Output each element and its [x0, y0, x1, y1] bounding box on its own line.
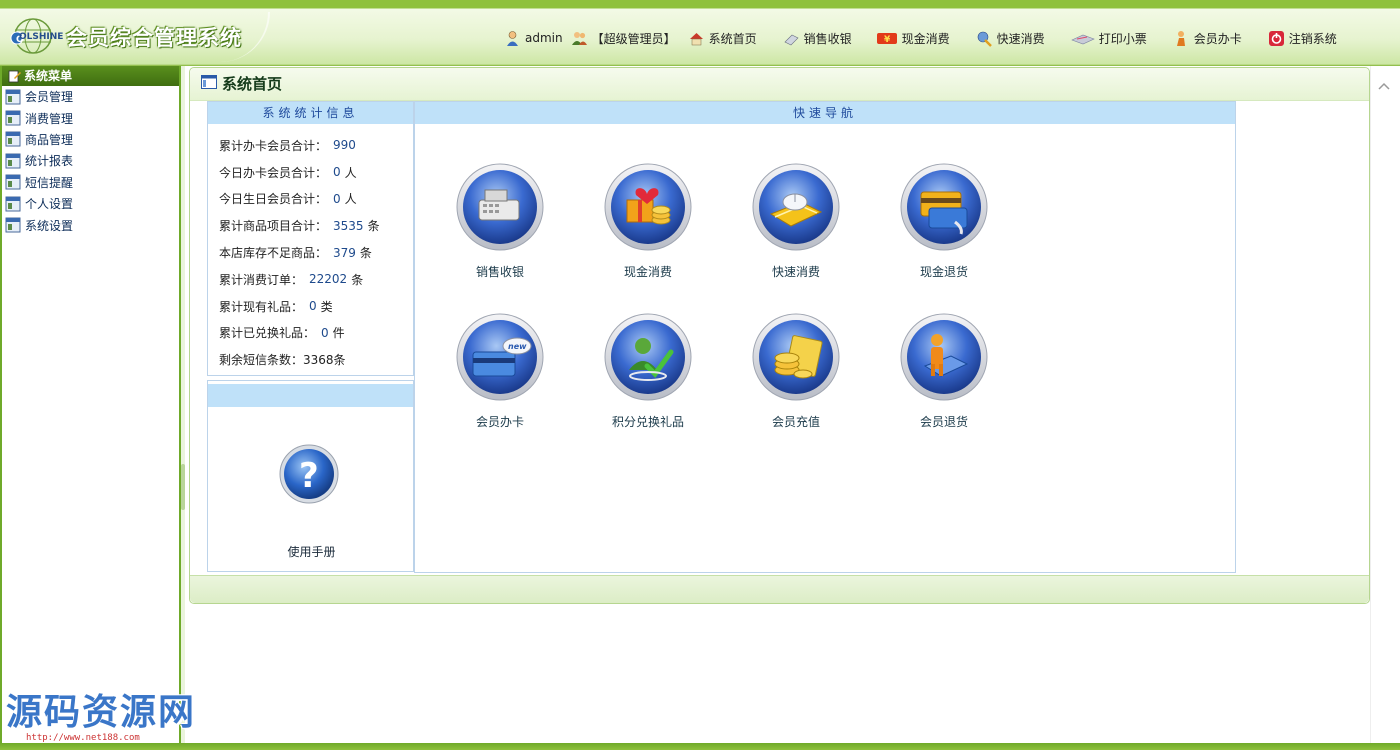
yen-icon: ¥ [876, 32, 897, 45]
main-panel-header: 系统首页 [190, 68, 1369, 101]
chevron-up-icon[interactable] [1378, 82, 1390, 90]
gift-coins-icon [604, 163, 692, 251]
new-card-icon: new [456, 313, 544, 401]
quick-cash-consume[interactable]: 现金消费 [578, 162, 718, 280]
stat-row: 累计现有礼品： 0 类 [219, 299, 333, 314]
nav-cash-consume-button[interactable]: ¥ 现金消费 [876, 30, 950, 47]
quick-navigation-panel: 快速导航 销售收银 现金消费 快速消费 现金退货 new 会员办卡 积分兑换礼品… [414, 101, 1236, 573]
stat-row: 累计消费订单： 22202 条 [219, 272, 364, 287]
stat-row: 累计已兑换礼品： 0 件 [219, 325, 345, 341]
pen-icon [977, 31, 992, 47]
quick-cash-return[interactable]: 现金退货 [874, 162, 1014, 280]
svg-text:new: new [508, 342, 527, 351]
nav-quick-consume-button[interactable]: 快速消费 [976, 30, 1045, 47]
system-stats-panel: 系统统计信息 累计办卡会员合计： 990 今日办卡会员合计： 0 人 今日生日会员合计… [207, 101, 414, 376]
user-name: admin [525, 31, 563, 45]
nav-home-button[interactable]: 系统首页 [688, 30, 757, 47]
menu-edit-icon [8, 70, 21, 83]
quick-fast-consume[interactable]: 快速消费 [726, 162, 866, 280]
sidebar-splitter[interactable] [181, 66, 185, 747]
sidebar-item-sms-reminder[interactable]: 短信提醒 [2, 172, 179, 193]
member-card-icon [1176, 30, 1185, 46]
user-icon [507, 30, 518, 46]
nav-member-card-button[interactable]: 会员办卡 [1173, 30, 1242, 47]
logout-icon [1268, 30, 1284, 46]
menu-window-icon [5, 131, 21, 147]
quick-nav-title: 快速导航 [415, 102, 1235, 124]
cash-register-icon [456, 163, 544, 251]
main-panel-footer [190, 575, 1369, 603]
stat-row: 本店库存不足商品： 379 条 [219, 245, 372, 261]
menu-window-icon [5, 217, 21, 233]
logo-text: OLSHINE [19, 32, 64, 42]
sidebar-item-personal-settings[interactable]: 个人设置 [2, 193, 179, 214]
stat-row: 累计办卡会员合计： 990 [219, 138, 356, 153]
cashier-icon [784, 34, 799, 45]
user-role: 【超级管理员】 [571, 30, 676, 47]
svg-text:?: ? [299, 456, 319, 496]
card-return-icon [900, 163, 988, 251]
nav-sales-cashier-button[interactable]: 销售收银 [783, 30, 852, 47]
quick-member-recharge[interactable]: 会员充值 [726, 312, 866, 430]
print-icon [1070, 34, 1095, 44]
quick-sales-cashier[interactable]: 销售收银 [430, 162, 570, 280]
stats-panel-title: 系统统计信息 [208, 102, 413, 124]
app-title: 会员综合管理系统 [66, 26, 242, 50]
bottom-border [0, 743, 1400, 750]
svg-text:¥: ¥ [884, 35, 891, 45]
sidebar-item-member-management[interactable]: 会员管理 [2, 86, 179, 107]
menu-window-icon [5, 110, 21, 126]
window-icon [201, 75, 217, 89]
page-title: 系统首页 [222, 75, 283, 93]
admin-group-icon [571, 31, 587, 45]
stat-row: 今日生日会员合计： 0 人 [219, 191, 357, 207]
stat-row: 今日办卡会员合计： 0 人 [219, 165, 357, 180]
menu-window-icon [5, 196, 21, 212]
system-menu-sidebar: 系统菜单 会员管理 消费管理 商品管理 统计报表 短信提醒 个人设置 系统设置 [0, 66, 181, 747]
sidebar-item-consume-management[interactable]: 消费管理 [2, 107, 179, 128]
member-return-icon [900, 313, 988, 401]
quick-member-return[interactable]: 会员退货 [874, 312, 1014, 430]
help-icon[interactable]: ? [278, 443, 340, 505]
nav-logout-button[interactable]: 注销系统 [1268, 30, 1337, 47]
user-manual-panel: ? 使用手册 [207, 380, 414, 572]
watermark-text: 源码资源网 [6, 692, 197, 733]
app-header: O OLSHINE 会员综合管理系统 admin 【超级管理员】 系统首页 销售… [0, 0, 1400, 66]
coins-recharge-icon [752, 313, 840, 401]
sidebar-title: 系统菜单 [2, 66, 179, 86]
sidebar-item-system-settings[interactable]: 系统设置 [2, 214, 179, 235]
manual-panel-bar [208, 384, 413, 407]
points-exchange-icon [604, 313, 692, 401]
menu-window-icon [5, 174, 21, 190]
quick-points-exchange[interactable]: 积分兑换礼品 [578, 312, 718, 430]
top-navigation: admin 【超级管理员】 系统首页 销售收银 ¥ 现金消费 快速消费 打印小票… [504, 28, 1337, 48]
user-manual-link[interactable]: 使用手册 [208, 543, 415, 560]
menu-window-icon [5, 89, 21, 105]
splitter-grip[interactable] [181, 464, 185, 510]
role-label: 【超级管理员】 [591, 31, 676, 46]
vertical-scrollbar[interactable] [1370, 66, 1398, 747]
stat-row: 累计商品项目合计： 3535 条 [219, 218, 380, 234]
quick-member-card[interactable]: new 会员办卡 [430, 312, 570, 430]
watermark-url: http://www.net188.com [26, 733, 140, 743]
menu-window-icon [5, 153, 21, 169]
current-user: admin [504, 30, 563, 47]
nav-print-receipt-button[interactable]: 打印小票 [1070, 30, 1147, 47]
sidebar-item-product-management[interactable]: 商品管理 [2, 129, 179, 150]
sidebar-item-statistics-report[interactable]: 统计报表 [2, 150, 179, 171]
card-mouse-icon [752, 163, 840, 251]
stat-row: 剩余短信条数： 3368条 [219, 353, 346, 368]
home-icon [689, 32, 703, 45]
